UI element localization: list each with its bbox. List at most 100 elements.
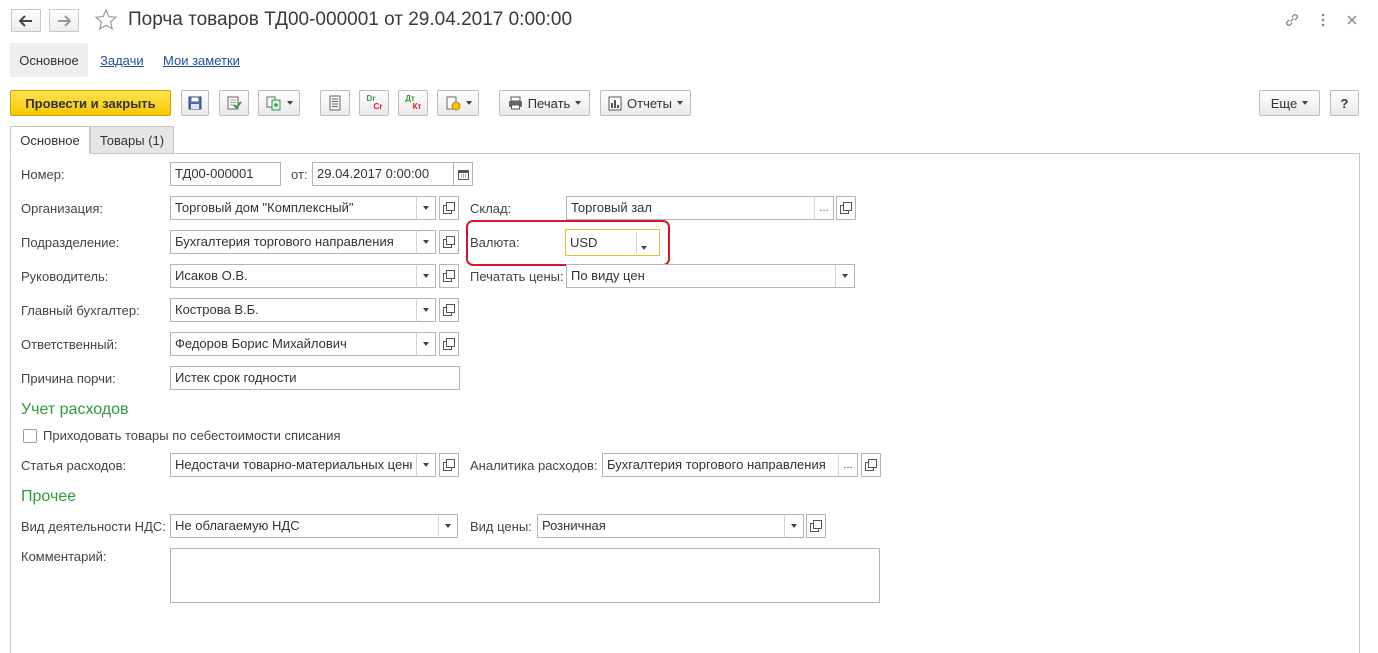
chief-accountant-field[interactable]: Кострова В.Б. [170, 298, 417, 322]
warehouse-open-button[interactable] [836, 196, 856, 220]
back-button[interactable] [11, 9, 41, 32]
comment-label: Комментарий: [21, 549, 107, 564]
forward-button[interactable] [49, 9, 79, 32]
expense-item-open-button[interactable] [439, 453, 459, 477]
reports-label: Отчеты [627, 95, 672, 111]
organization-open-button[interactable] [439, 196, 459, 220]
chief-accountant-dropdown[interactable] [416, 298, 436, 322]
responsible-open-button[interactable] [439, 332, 459, 356]
open-icon [443, 236, 455, 248]
open-icon [810, 520, 822, 532]
number-value: ТД00-000001 [175, 166, 254, 181]
expense-analytics-field[interactable]: Бухгалтерия торгового направления [602, 453, 840, 477]
expense-analytics-select-button[interactable]: ... [838, 453, 858, 477]
close-icon [1347, 15, 1357, 25]
manager-dropdown[interactable] [416, 264, 436, 288]
attachments-button[interactable] [437, 90, 479, 116]
dr-cr-button[interactable]: Dr Cr [359, 90, 389, 116]
print-button[interactable]: Печать [499, 90, 590, 116]
section-tab-main[interactable]: Основное [10, 43, 88, 77]
manager-open-button[interactable] [439, 264, 459, 288]
department-open-button[interactable] [439, 230, 459, 254]
save-button[interactable] [181, 90, 209, 116]
page-title: Порча товаров ТД00-000001 от 29.04.2017 … [128, 9, 573, 30]
price-type-open-button[interactable] [806, 514, 826, 538]
cost-writeoff-checkbox[interactable] [23, 429, 37, 443]
back-arrow-icon [19, 14, 32, 27]
expense-analytics-open-button[interactable] [861, 453, 881, 477]
document-list-button[interactable] [320, 90, 350, 116]
post-and-close-button[interactable]: Провести и закрыть [10, 90, 171, 116]
responsible-dropdown[interactable] [416, 332, 436, 356]
chevron-down-icon [423, 342, 429, 346]
organization-dropdown[interactable] [416, 196, 436, 220]
open-icon [443, 338, 455, 350]
dt-kt-button[interactable]: Дт Кт [398, 90, 428, 116]
responsible-label: Ответственный: [21, 337, 118, 352]
expense-item-value: Недостачи товарно-материальных ценностей [175, 457, 412, 472]
form-tab-main[interactable]: Основное [10, 126, 90, 154]
price-type-field[interactable]: Розничная [537, 514, 785, 538]
post-icon [227, 96, 242, 110]
help-label: ? [1340, 95, 1349, 111]
form-tab-goods[interactable]: Товары (1) [90, 126, 174, 154]
create-based-on-button[interactable] [258, 90, 300, 116]
currency-dropdown[interactable] [641, 238, 647, 253]
chevron-down-icon [445, 524, 451, 528]
save-icon [188, 96, 202, 110]
other-group-title: Прочее [21, 488, 77, 505]
comment-textarea[interactable] [170, 548, 880, 603]
open-icon [443, 270, 455, 282]
favorite-button[interactable] [94, 8, 118, 35]
section-tab-tasks[interactable]: Задачи [100, 53, 144, 68]
attachment-icon [446, 96, 460, 111]
damage-reason-value: Истек срок годности [175, 370, 297, 385]
more-vertical-icon [1321, 13, 1325, 27]
chief-accountant-open-button[interactable] [439, 298, 459, 322]
organization-field[interactable]: Торговый дом "Комплексный" [170, 196, 417, 220]
chevron-down-icon [1302, 101, 1309, 105]
department-dropdown[interactable] [416, 230, 436, 254]
post-and-close-label: Провести и закрыть [25, 95, 156, 111]
vat-activity-field[interactable]: Не облагаемую НДС [170, 514, 439, 538]
create-based-on-icon [266, 96, 280, 111]
open-icon [865, 459, 877, 471]
more-button[interactable]: Еще [1259, 90, 1320, 116]
vat-activity-dropdown[interactable] [438, 514, 458, 538]
number-field[interactable]: ТД00-000001 [170, 162, 281, 186]
vat-activity-value: Не облагаемую НДС [175, 518, 300, 533]
print-prices-field[interactable]: По виду цен [566, 264, 836, 288]
warehouse-select-button[interactable]: ... [814, 196, 834, 220]
more-actions-button[interactable] [1313, 11, 1333, 29]
date-value: 29.04.2017 0:00:00 [317, 166, 430, 181]
chevron-down-icon [423, 206, 429, 210]
print-label: Печать [527, 95, 571, 111]
reports-button[interactable]: Отчеты [600, 90, 691, 116]
responsible-field[interactable]: Федоров Борис Михайлович [170, 332, 417, 356]
damage-reason-label: Причина порчи: [21, 371, 116, 386]
damage-reason-field[interactable]: Истек срок годности [170, 366, 460, 390]
print-prices-dropdown[interactable] [835, 264, 855, 288]
expense-item-dropdown[interactable] [416, 453, 436, 477]
reports-icon [608, 96, 622, 110]
close-button[interactable] [1342, 11, 1362, 29]
post-button[interactable] [219, 90, 249, 116]
date-field[interactable]: 29.04.2017 0:00:00 [312, 162, 454, 186]
price-type-label: Вид цены: [470, 519, 532, 534]
chevron-down-icon [842, 274, 848, 278]
calendar-button[interactable] [453, 162, 473, 186]
manager-field[interactable]: Исаков О.В. [170, 264, 417, 288]
section-tab-notes[interactable]: Мои заметки [163, 53, 240, 68]
printer-icon [508, 96, 522, 110]
help-button[interactable]: ? [1330, 90, 1359, 116]
price-type-dropdown[interactable] [784, 514, 804, 538]
chevron-down-icon [465, 101, 472, 105]
department-field[interactable]: Бухгалтерия торгового направления [170, 230, 417, 254]
organization-label: Организация: [21, 201, 104, 216]
link-button[interactable] [1282, 11, 1302, 29]
manager-label: Руководитель: [21, 269, 109, 284]
kt-label: Кт [412, 102, 422, 111]
expense-item-field[interactable]: Недостачи товарно-материальных ценностей [170, 453, 417, 477]
chevron-down-icon [791, 524, 797, 528]
warehouse-field[interactable]: Торговый зал [566, 196, 816, 220]
